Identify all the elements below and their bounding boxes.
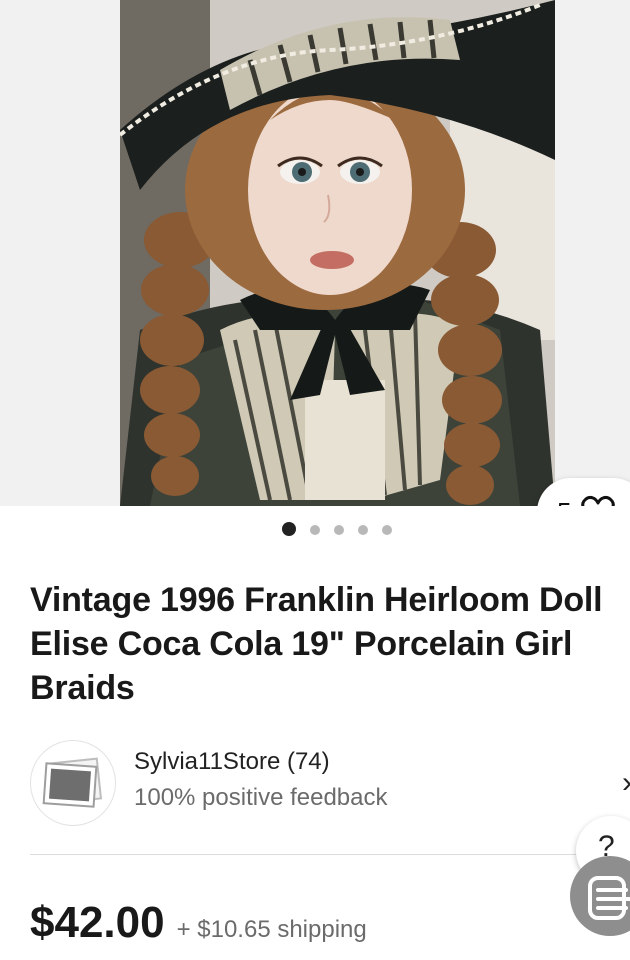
pagination-dot-active[interactable] <box>282 522 296 536</box>
photo-placeholder-icon <box>42 757 103 808</box>
watch-count: 5 <box>557 497 571 507</box>
image-gallery[interactable]: 5 <box>0 0 630 506</box>
seller-name[interactable]: Sylvia11Store (74) <box>134 748 330 776</box>
pagination-dot[interactable] <box>382 525 392 535</box>
pagination-dot[interactable] <box>334 525 344 535</box>
doll-photo-illustration <box>120 0 555 506</box>
chevron-right-icon[interactable]: › <box>622 766 630 800</box>
seller-feedback: 100% positive feedback <box>134 784 388 811</box>
image-pagination-dots[interactable] <box>282 522 392 536</box>
listing-photo[interactable] <box>120 0 555 506</box>
heart-icon <box>581 495 616 506</box>
pagination-dot[interactable] <box>310 525 320 535</box>
item-price: $42.00 <box>30 898 165 947</box>
shipping-cost: + $10.65 shipping <box>176 916 367 943</box>
price-row: $42.00 + $10.65 shipping <box>30 898 367 948</box>
pagination-dot[interactable] <box>358 525 368 535</box>
seller-avatar[interactable] <box>30 740 116 826</box>
filter-menu-icon <box>588 876 630 920</box>
seller-card[interactable]: Sylvia11Store (74) 100% positive feedbac… <box>30 740 630 830</box>
divider <box>30 854 630 855</box>
filter-menu-button[interactable] <box>570 856 630 936</box>
listing-title: Vintage 1996 Franklin Heirloom Doll Elis… <box>30 581 603 707</box>
